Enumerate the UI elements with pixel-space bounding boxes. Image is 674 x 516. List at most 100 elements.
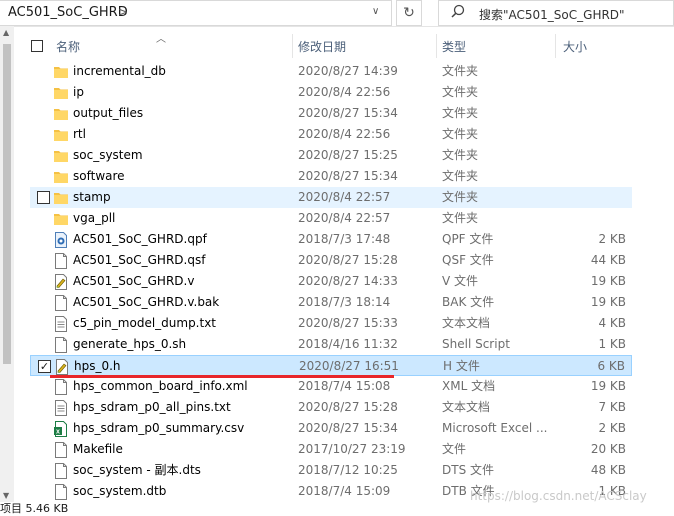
file-row[interactable]: ip 2020/8/4 22:56 文件夹	[30, 82, 632, 103]
file-row[interactable]: Makefile 2017/10/27 23:19 文件 20 KB	[30, 439, 632, 460]
search-input[interactable]: 搜索"AC501_SoC_GHRD"	[438, 0, 674, 26]
file-name: soc_system	[73, 148, 143, 162]
text-file-icon	[54, 316, 68, 332]
file-row[interactable]: generate_hps_0.sh 2018/4/16 11:32 Shell Sc…	[30, 334, 632, 355]
column-type[interactable]: 类型	[442, 34, 466, 60]
file-icon	[54, 379, 68, 395]
column-divider[interactable]	[292, 34, 293, 58]
file-row[interactable]: soc_system 2020/8/27 15:25 文件夹	[30, 145, 632, 166]
file-name: incremental_db	[73, 64, 166, 78]
file-row[interactable]: AC501_SoC_GHRD.v 2020/8/27 14:33 V 文件 19 KB	[30, 271, 632, 292]
refresh-button[interactable]: ↻	[396, 0, 422, 26]
watermark: https://blog.csdn.net/ACSclay	[470, 489, 647, 503]
row-checkbox[interactable]: ✓	[38, 360, 51, 373]
file-name: AC501_SoC_GHRD.v.bak	[73, 295, 220, 309]
file-row[interactable]: output_files 2020/8/27 15:34 文件夹	[30, 103, 632, 124]
file-name: hps_sdram_p0_summary.csv	[73, 421, 245, 435]
file-date: 2020/8/27 15:28	[298, 253, 398, 267]
vertical-scrollbar[interactable]: ▲ ▼	[0, 26, 14, 502]
file-row[interactable]: rtl 2020/8/4 22:56 文件夹	[30, 124, 632, 145]
file-row[interactable]: AC501_SoC_GHRD.qsf 2020/8/27 15:28 QSF 文件 4…	[30, 250, 632, 271]
chevron-down-icon[interactable]: ∨	[372, 6, 379, 17]
file-date: 2020/8/27 16:51	[299, 359, 399, 373]
column-date[interactable]: 修改日期	[298, 34, 346, 60]
file-size: 2 KB	[598, 232, 626, 246]
scroll-down-icon[interactable]: ▼	[3, 491, 9, 500]
file-date: 2018/7/4 15:09	[298, 484, 391, 498]
file-date: 2017/10/27 23:19	[298, 442, 406, 456]
file-date: 2020/8/27 15:34	[298, 421, 398, 435]
edit-file-icon	[54, 274, 68, 290]
file-type: 文件夹	[442, 169, 479, 183]
file-type: 文件夹	[442, 64, 479, 78]
scrollbar-thumb[interactable]	[3, 44, 11, 364]
file-date: 2020/8/27 14:39	[298, 64, 398, 78]
file-date: 2018/7/3 17:48	[298, 232, 391, 246]
row-checkbox[interactable]	[37, 191, 50, 204]
file-icon	[54, 337, 68, 353]
column-size[interactable]: 大小	[563, 34, 587, 60]
quartus-project-icon	[54, 232, 68, 248]
file-row[interactable]: hps_common_board_info.xml 2018/7/4 15:08 X…	[30, 376, 632, 397]
folder-icon	[54, 127, 68, 143]
file-row[interactable]: AC501_SoC_GHRD.qpf 2018/7/3 17:48 QPF 文件 2 …	[30, 229, 632, 250]
file-row[interactable]: x hps_sdram_p0_summary.csv 2020/8/27 15:34…	[30, 418, 632, 439]
file-size: 44 KB	[590, 253, 626, 267]
file-name: AC501_SoC_GHRD.qsf	[73, 253, 206, 267]
file-date: 2020/8/27 14:33	[298, 274, 398, 288]
file-row[interactable]: vga_pll 2020/8/4 22:57 文件夹	[30, 208, 632, 229]
file-row[interactable]: c5_pin_model_dump.txt 2020/8/27 15:33 文本文档…	[30, 313, 632, 334]
search-icon	[451, 4, 465, 18]
folder-icon	[54, 148, 68, 164]
file-date: 2018/7/4 15:08	[298, 379, 391, 393]
file-date: 2020/8/27 15:34	[298, 106, 398, 120]
file-name: ip	[73, 85, 84, 99]
svg-text:x: x	[56, 429, 60, 436]
file-name: software	[73, 169, 125, 183]
file-name: c5_pin_model_dump.txt	[73, 316, 217, 330]
file-date: 2018/7/12 10:25	[298, 463, 398, 477]
file-date: 2020/8/27 15:25	[298, 148, 398, 162]
file-type: 文件夹	[442, 85, 479, 99]
search-placeholder: 搜索"AC501_SoC_GHRD"	[479, 8, 625, 22]
file-icon	[54, 442, 68, 458]
breadcrumb-current-folder[interactable]: AC501_SoC_GHRD	[8, 5, 128, 20]
column-divider[interactable]	[436, 34, 437, 58]
file-size: 19 KB	[590, 379, 626, 393]
file-type: Shell Script	[442, 337, 510, 351]
file-type: BAK 文件	[442, 295, 495, 309]
file-name: generate_hps_0.sh	[73, 337, 187, 351]
column-divider[interactable]	[555, 34, 556, 58]
file-name: soc_system - 副本.dts	[73, 463, 201, 477]
file-type: 文件夹	[442, 148, 479, 162]
folder-icon	[54, 211, 68, 227]
excel-file-icon: x	[54, 421, 68, 437]
file-row[interactable]: incremental_db 2020/8/27 14:39 文件夹	[30, 61, 632, 82]
file-name: vga_pll	[73, 211, 116, 225]
file-type: QPF 文件	[442, 232, 494, 246]
column-name[interactable]: 名称	[56, 34, 80, 60]
file-name: soc_system.dtb	[73, 484, 167, 498]
file-row[interactable]: stamp 2020/8/4 22:57 文件夹	[30, 187, 632, 208]
file-type: 文本文档	[442, 400, 491, 414]
file-icon	[54, 484, 68, 500]
edit-file-icon	[55, 359, 69, 375]
chevron-right-icon[interactable]: >	[118, 5, 128, 19]
file-name: output_files	[73, 106, 144, 120]
breadcrumb[interactable]: AC501_SoC_GHRD > ∨	[0, 0, 392, 26]
file-size: 20 KB	[590, 442, 626, 456]
file-row[interactable]: software 2020/8/27 15:34 文件夹	[30, 166, 632, 187]
file-row[interactable]: AC501_SoC_GHRD.v.bak 2018/7/3 18:14 BAK 文件…	[30, 292, 632, 313]
file-row[interactable]: ✓ hps_0.h 2020/8/27 16:51 H 文件 6 KB	[30, 355, 632, 376]
file-row[interactable]: soc_system - 副本.dts 2018/7/12 10:25 DTS 文件…	[30, 460, 632, 481]
file-type: QSF 文件	[442, 253, 494, 267]
file-size: 2 KB	[598, 421, 626, 435]
file-row[interactable]: hps_sdram_p0_all_pins.txt 2020/8/27 15:28…	[30, 397, 632, 418]
file-size: 48 KB	[590, 463, 626, 477]
address-bar: AC501_SoC_GHRD > ∨ ↻ 搜索"AC501_SoC_GHRD"	[0, 0, 674, 27]
file-date: 2020/8/27 15:33	[298, 316, 398, 330]
file-name: hps_common_board_info.xml	[73, 379, 248, 393]
file-icon	[54, 463, 68, 479]
file-name: Makefile	[73, 442, 123, 456]
file-type: 文件夹	[442, 127, 479, 141]
